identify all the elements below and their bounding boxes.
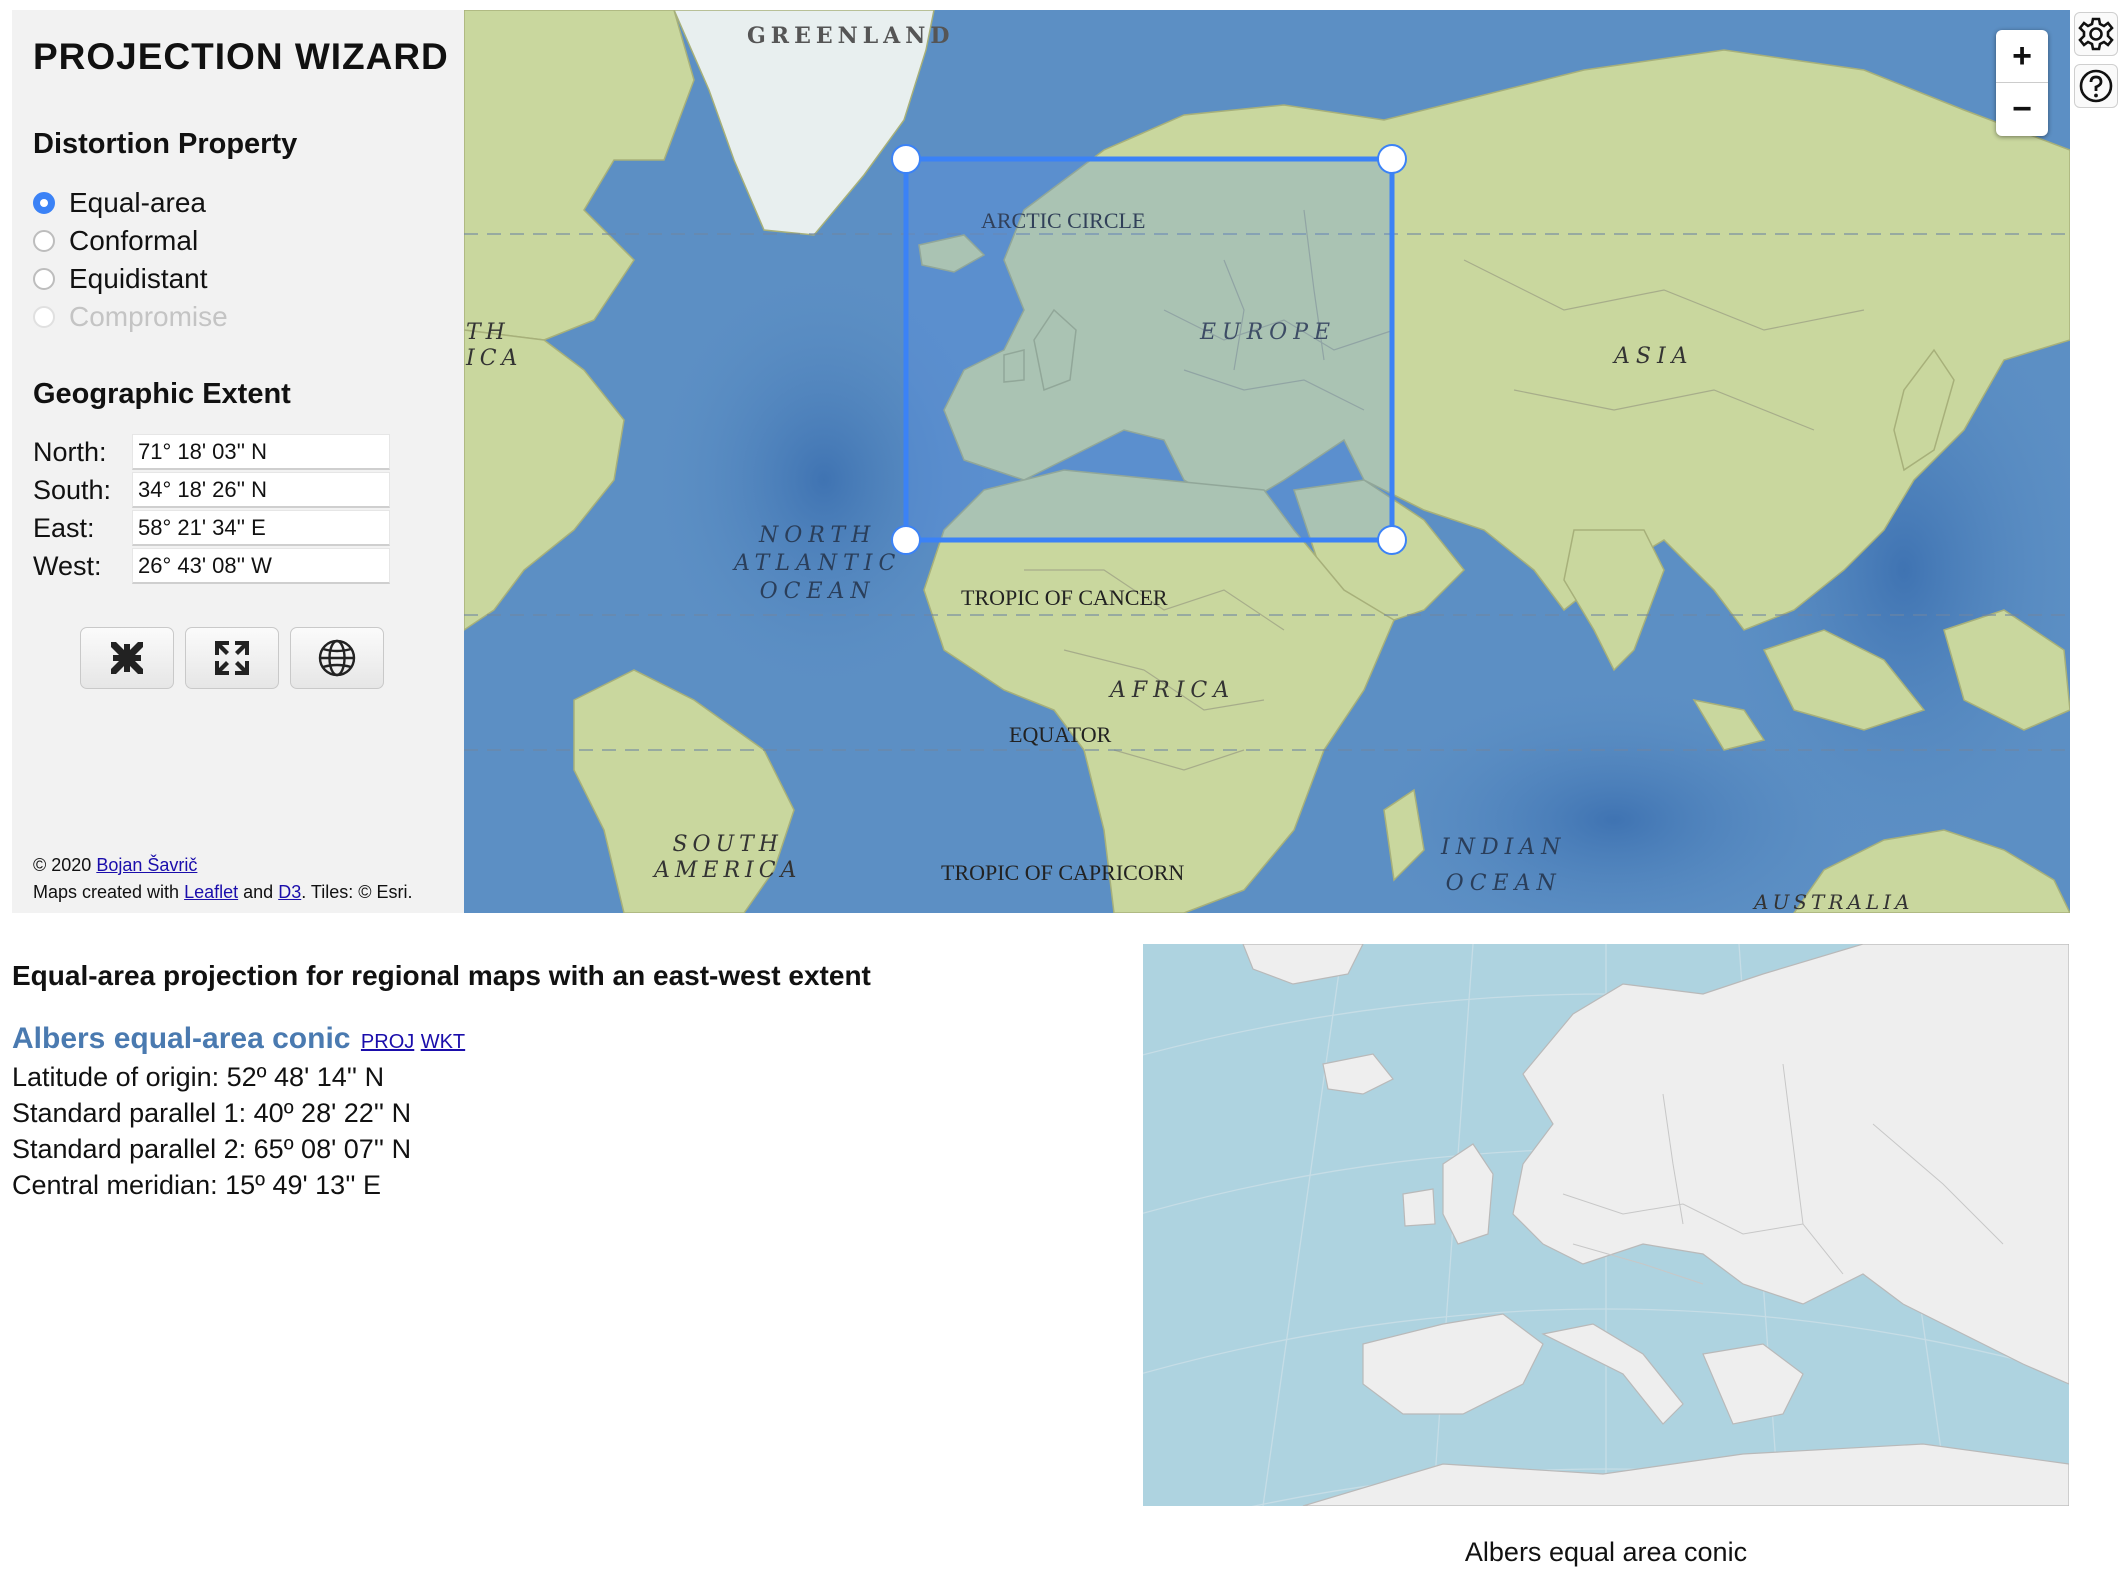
- radio-label: Equal-area: [69, 187, 206, 218]
- handle-top-right: [1377, 144, 1407, 174]
- tiles-text: . Tiles: © Esri.: [301, 882, 413, 902]
- footer: © 2020 Bojan Šavrič Maps created with Le…: [33, 852, 413, 906]
- and-text: and: [243, 882, 274, 902]
- zoom-in-button[interactable]: +: [1996, 30, 2048, 83]
- radio-compromise: Compromise: [33, 300, 228, 334]
- selection-rectangle: [903, 156, 1395, 543]
- north-input[interactable]: [132, 434, 390, 470]
- north-row: North:: [33, 434, 390, 470]
- projection-name[interactable]: Albers equal-area conic: [12, 1022, 350, 1055]
- globe-icon: [318, 639, 356, 677]
- settings-button[interactable]: [2074, 12, 2118, 56]
- help-icon: [2079, 69, 2113, 103]
- collapse-arrows-icon: [111, 642, 143, 674]
- app-title: PROJECTION WIZARD: [33, 36, 449, 77]
- handle-bottom-right: [1377, 525, 1407, 555]
- south-input[interactable]: [132, 472, 390, 508]
- leaflet-link[interactable]: Leaflet: [184, 882, 238, 902]
- east-row: East:: [33, 510, 390, 546]
- radio-button[interactable]: [33, 230, 55, 252]
- zoom-out-button[interactable]: −: [1996, 83, 2048, 135]
- north-label: North:: [33, 436, 107, 467]
- handle-bottom-left: [891, 525, 921, 555]
- south-label: South:: [33, 474, 112, 505]
- extent-heading: Geographic Extent: [33, 378, 291, 410]
- gear-icon: [2078, 17, 2114, 51]
- south-row: South:: [33, 472, 390, 508]
- param-latitude-origin: Latitude of origin: 52º 48' 14'' N: [12, 1062, 385, 1092]
- d3-link[interactable]: D3: [278, 882, 301, 902]
- radio-label: Conformal: [69, 225, 199, 256]
- result-heading: Equal-area projection for regional maps …: [12, 960, 871, 991]
- expand-arrows-icon: [215, 641, 249, 675]
- radio-label: Equidistant: [69, 263, 208, 294]
- radio-label: Compromise: [69, 301, 228, 332]
- radio-conformal[interactable]: Conformal: [33, 224, 198, 258]
- copyright-text: © 2020: [33, 855, 92, 875]
- param-standard-parallel-1: Standard parallel 1: 40º 28' 22'' N: [12, 1098, 412, 1128]
- radio-equal-area[interactable]: Equal-area: [33, 186, 206, 220]
- author-link[interactable]: Bojan Šavrič: [96, 855, 197, 875]
- radio-button[interactable]: [33, 192, 55, 214]
- side-panel: PROJECTION WIZARD Distortion Property Eq…: [12, 10, 464, 913]
- west-input[interactable]: [132, 548, 390, 584]
- radio-button[interactable]: [33, 268, 55, 290]
- help-button[interactable]: [2074, 64, 2118, 108]
- world-extent-button[interactable]: [290, 627, 384, 689]
- west-label: West:: [33, 550, 102, 581]
- east-input[interactable]: [132, 510, 390, 546]
- radio-equidistant[interactable]: Equidistant: [33, 262, 208, 296]
- zoom-control: + −: [1996, 30, 2048, 136]
- expand-extent-button[interactable]: [185, 627, 279, 689]
- maps-prefix-text: Maps created with: [33, 882, 180, 902]
- proj-link[interactable]: PROJ: [361, 1031, 414, 1053]
- preview-svg: [1143, 944, 2069, 1506]
- distortion-heading: Distortion Property: [33, 128, 298, 160]
- projection-preview-map: [1143, 944, 2069, 1506]
- world-map[interactable]: GREENLAND ARCTIC CIRCLE EUROPE ASIA TH I…: [464, 10, 2070, 913]
- west-row: West:: [33, 548, 390, 584]
- wkt-link[interactable]: WKT: [421, 1031, 465, 1053]
- param-standard-parallel-2: Standard parallel 2: 65º 08' 07'' N: [12, 1134, 412, 1164]
- param-central-meridian: Central meridian: 15º 49' 13'' E: [12, 1170, 382, 1200]
- handle-top-left: [891, 144, 921, 174]
- preview-caption: Albers equal area conic: [1464, 1537, 1748, 1567]
- projection-title-line: Albers equal-area conic PROJ WKT: [12, 1022, 465, 1056]
- extent-selection[interactable]: [464, 10, 2070, 913]
- radio-button: [33, 306, 55, 328]
- collapse-extent-button[interactable]: [80, 627, 174, 689]
- east-label: East:: [33, 512, 95, 543]
